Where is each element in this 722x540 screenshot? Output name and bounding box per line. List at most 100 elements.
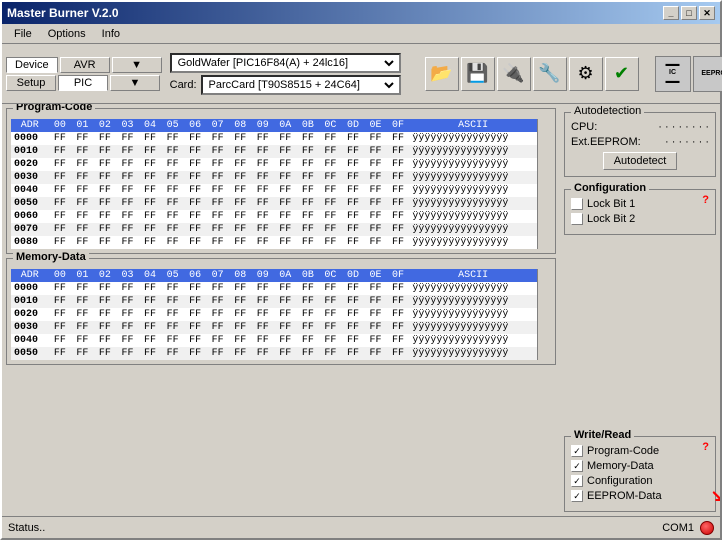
lock-bit-2-row: Lock Bit 2	[571, 213, 709, 225]
lock-bit-1-checkbox[interactable]	[571, 198, 583, 210]
menu-info[interactable]: Info	[94, 26, 128, 42]
lock-bit-2-label: Lock Bit 2	[587, 213, 635, 225]
maximize-button[interactable]: □	[681, 6, 697, 20]
settings-button[interactable]: ⚙	[569, 57, 603, 91]
device-dropdown[interactable]: GoldWafer [PIC16F84(A) + 24lc16] PIC-Car…	[170, 53, 401, 73]
write-read-question-icon[interactable]: ?	[702, 441, 709, 453]
write-read-item-1: Memory-Data	[571, 460, 709, 472]
status-right: COM1	[662, 521, 714, 535]
configuration-group: Configuration ? Lock Bit 1 Lock Bit 2	[564, 189, 716, 235]
menu-file[interactable]: File	[6, 26, 40, 42]
status-text: Status..	[8, 522, 45, 534]
card-select[interactable]: ParcCard [T90S8515 + 24C64]	[205, 78, 397, 92]
write-read-label-1: Memory-Data	[587, 460, 654, 472]
table-row: 0040FFFFFFFFFFFFFFFFFFFFFFFFFFFFFFFFÿÿÿÿ…	[11, 184, 537, 197]
table-row: 0070FFFFFFFFFFFFFFFFFFFFFFFFFFFFFFFFÿÿÿÿ…	[11, 223, 537, 236]
tab-setup[interactable]: Setup	[6, 75, 56, 91]
tab-pic[interactable]: PIC	[58, 75, 108, 91]
mode-icons: ▬▬ IC ▬▬ EEPROM CRD QUICK	[655, 56, 722, 92]
folder-open-button[interactable]: 📂	[425, 57, 459, 91]
write-read-rows: Program-Code Memory-Data Configuration EEPR…	[571, 445, 709, 502]
status-led	[700, 521, 714, 535]
write-read-checkbox-1[interactable]	[571, 460, 583, 472]
write-read-label-3: EEPROM-Data	[587, 490, 662, 502]
write-read-group: Write/Read ? Program-CodeMemory-DataConf…	[564, 436, 716, 512]
program-code-group: Program-Code ADR 000102 030405 060708 09…	[6, 108, 556, 254]
program-code-tbody: 0000FFFFFFFFFFFFFFFFFFFFFFFFFFFFFFFFÿÿÿÿ…	[11, 132, 537, 249]
memory-data-title: Memory-Data	[13, 251, 89, 263]
program-code-title: Program-Code	[13, 104, 95, 113]
table-row: 0080FFFFFFFFFFFFFFFFFFFFFFFFFFFFFFFFÿÿÿÿ…	[11, 236, 537, 249]
memory-data-group: Memory-Data ADR 000102 030405 060708 090…	[6, 258, 556, 365]
card-label: Card:	[170, 79, 197, 91]
tab-pic-dropdown[interactable]: ▼	[110, 75, 160, 91]
table-row: 0020FFFFFFFFFFFFFFFFFFFFFFFFFFFFFFFFÿÿÿÿ…	[11, 158, 537, 171]
pc-col-adr: ADR	[11, 119, 49, 132]
configuration-title: Configuration	[571, 182, 649, 194]
tab-avr-dropdown[interactable]: ▼	[112, 57, 162, 73]
memory-data-thead: ADR 000102 030405 060708 090A0B 0C0D0E 0…	[11, 269, 537, 282]
table-row: 0050FFFFFFFFFFFFFFFFFFFFFFFFFFFFFFFFÿÿÿÿ…	[11, 347, 537, 360]
write-read-item-2: Configuration	[571, 475, 709, 487]
eeprom-button[interactable]: EEPROM	[693, 56, 722, 92]
write-read-checkbox-0[interactable]	[571, 445, 583, 457]
memory-data-table-wrap: ADR 000102 030405 060708 090A0B 0C0D0E 0…	[11, 269, 551, 360]
toolbar: Device AVR ▼ Setup PIC ▼ GoldWafer [PIC1…	[2, 44, 720, 104]
table-row: 0000FFFFFFFFFFFFFFFFFFFFFFFFFFFFFFFFÿÿÿÿ…	[11, 282, 537, 295]
write-read-item-0: Program-Code	[571, 445, 709, 457]
table-row: 0040FFFFFFFFFFFFFFFFFFFFFFFFFFFFFFFFÿÿÿÿ…	[11, 334, 537, 347]
toolbar-tabs-left: Device AVR ▼ Setup PIC ▼	[6, 57, 162, 91]
md-col-ascii: ASCII	[409, 269, 537, 282]
table-row: 0020FFFFFFFFFFFFFFFFFFFFFFFFFFFFFFFFÿÿÿÿ…	[11, 308, 537, 321]
check-button[interactable]: ✔	[605, 57, 639, 91]
program-code-table-inner: ADR 000102 030405 060708 090A0B 0C0D0E 0…	[11, 119, 537, 249]
tab-avr[interactable]: AVR	[60, 57, 110, 73]
memory-data-scrollbar[interactable]	[537, 269, 551, 360]
toolbar-dropdowns: GoldWafer [PIC16F84(A) + 24lc16] PIC-Car…	[170, 53, 401, 95]
eeprom-row: Ext.EEPROM: · · · · · · ·	[571, 136, 709, 148]
com-port-label: COM1	[662, 522, 694, 534]
title-bar-buttons: _ □ ✕	[663, 6, 715, 20]
cpu-row: CPU: · · · · · · · ·	[571, 121, 709, 133]
right-spacer	[564, 239, 716, 428]
usb-button[interactable]: 🔧	[533, 57, 567, 91]
save-button[interactable]: 💾	[461, 57, 495, 91]
lock-bit-2-checkbox[interactable]	[571, 213, 583, 225]
program-code-table-wrap: ADR 000102 030405 060708 090A0B 0C0D0E 0…	[11, 119, 551, 249]
menu-options[interactable]: Options	[40, 26, 94, 42]
left-panel: Program-Code ADR 000102 030405 060708 09…	[2, 104, 560, 516]
write-read-title: Write/Read	[571, 429, 634, 441]
table-row: 0060FFFFFFFFFFFFFFFFFFFFFFFFFFFFFFFFÿÿÿÿ…	[11, 210, 537, 223]
write-read-label-2: Configuration	[587, 475, 652, 487]
table-row: 0010FFFFFFFFFFFFFFFFFFFFFFFFFFFFFFFFÿÿÿÿ…	[11, 145, 537, 158]
pc-col-ascii: ASCII	[409, 119, 537, 132]
card-dropdown-combo[interactable]: ParcCard [T90S8515 + 24C64]	[201, 75, 401, 95]
program-code-scrollbar[interactable]	[537, 119, 551, 249]
lock-bit-1-label: Lock Bit 1	[587, 198, 635, 210]
memory-data-tbody: 0000FFFFFFFFFFFFFFFFFFFFFFFFFFFFFFFFÿÿÿÿ…	[11, 282, 537, 360]
action-icons: 📂 💾 🔌 🔧 ⚙ ✔	[425, 57, 639, 91]
title-bar: Master Burner V.2.0 _ □ ✕	[2, 2, 720, 24]
memory-data-table-inner: ADR 000102 030405 060708 090A0B 0C0D0E 0…	[11, 269, 537, 360]
write-read-checkbox-2[interactable]	[571, 475, 583, 487]
tab-device[interactable]: Device	[6, 57, 58, 73]
autodetect-button[interactable]: Autodetect	[603, 152, 678, 170]
write-read-checkbox-3[interactable]	[571, 490, 583, 502]
card-row: Card: ParcCard [T90S8515 + 24C64]	[170, 75, 401, 95]
chip-button[interactable]: 🔌	[497, 57, 531, 91]
minimize-button[interactable]: _	[663, 6, 679, 20]
config-question-icon[interactable]: ?	[702, 194, 709, 206]
cpu-label: CPU:	[571, 121, 597, 133]
ic-button[interactable]: ▬▬ IC ▬▬	[655, 56, 691, 92]
write-read-item-3: EEPROM-Data	[571, 490, 709, 502]
eeprom-value: · · · · · · ·	[665, 136, 709, 148]
device-select[interactable]: GoldWafer [PIC16F84(A) + 24lc16] PIC-Car…	[174, 56, 397, 70]
menu-bar: File Options Info	[2, 24, 720, 44]
autodetection-group: Autodetection CPU: · · · · · · · · Ext.E…	[564, 112, 716, 177]
table-row: 0030FFFFFFFFFFFFFFFFFFFFFFFFFFFFFFFFÿÿÿÿ…	[11, 171, 537, 184]
main-content: Program-Code ADR 000102 030405 060708 09…	[2, 104, 720, 516]
table-row: 0050FFFFFFFFFFFFFFFFFFFFFFFFFFFFFFFFÿÿÿÿ…	[11, 197, 537, 210]
close-button[interactable]: ✕	[699, 6, 715, 20]
md-col-adr: ADR	[11, 269, 49, 282]
window-title: Master Burner V.2.0	[7, 6, 119, 20]
